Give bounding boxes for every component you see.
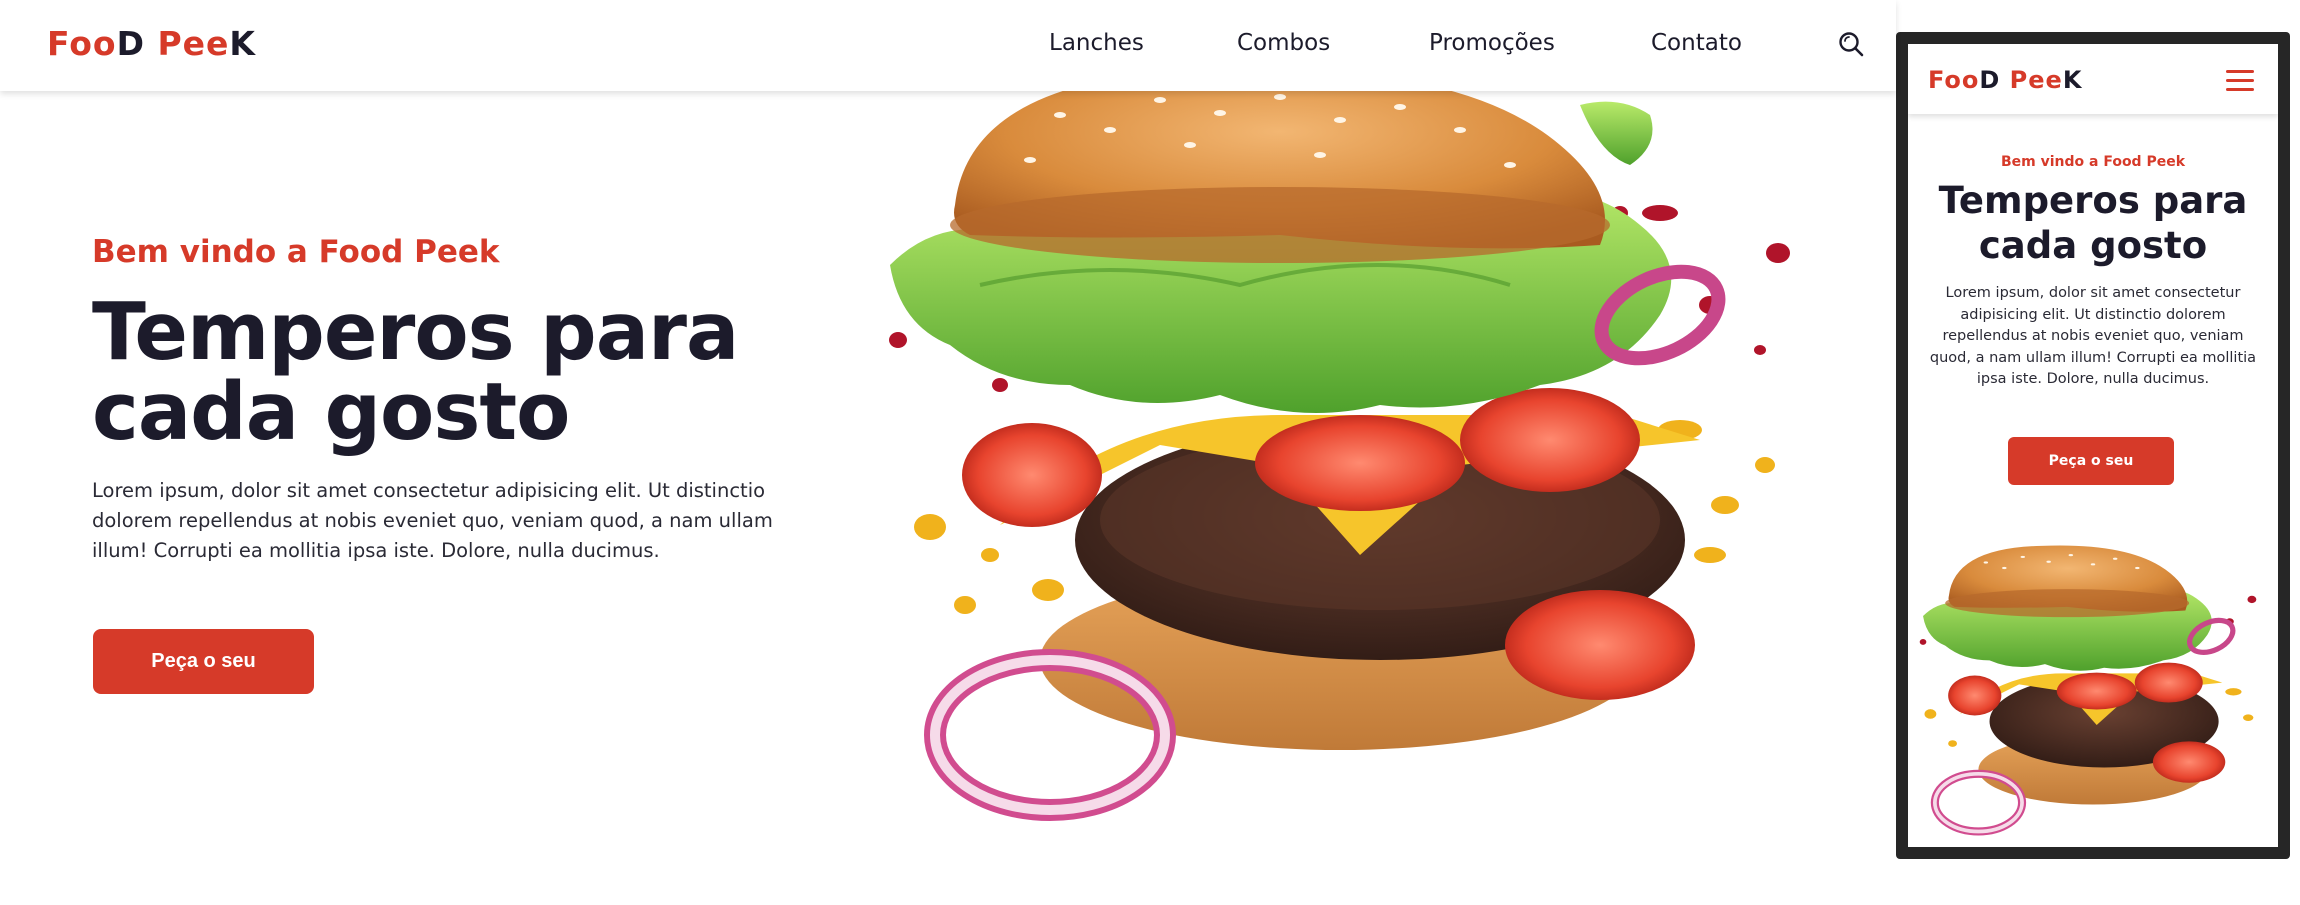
brand-logo[interactable]: FooD PeeK xyxy=(47,24,256,63)
logo-text-part: K xyxy=(2062,66,2083,94)
search-icon[interactable] xyxy=(1836,29,1866,59)
headline-line: Temperos para xyxy=(1938,179,2248,222)
burger-illustration xyxy=(889,85,1790,821)
nav-link-combos[interactable]: Combos xyxy=(1237,30,1330,56)
nav-link-promocoes[interactable]: Promoções xyxy=(1429,30,1555,56)
headline-line: cada gosto xyxy=(1978,224,2208,267)
hamburger-menu-icon[interactable] xyxy=(2226,70,2254,92)
logo-text-part: Foo xyxy=(47,24,117,63)
logo-text-part: Foo xyxy=(1928,66,1980,94)
welcome-subtitle: Bem vindo a Food Peek xyxy=(2000,154,2186,170)
hero-headline: Temperos para cada gosto xyxy=(1908,178,2278,268)
burger-illustration xyxy=(1919,545,2257,836)
order-button[interactable]: Peça o seu xyxy=(2008,437,2174,485)
mobile-header: FooD PeeK xyxy=(1908,44,2278,114)
logo-text-part: D xyxy=(1979,66,2001,94)
mobile-preview-frame: FooD PeeK Bem vindo a Food Peek Temperos… xyxy=(1896,32,2290,859)
logo-text-part: D xyxy=(116,24,145,63)
nav-link-lanches[interactable]: Lanches xyxy=(1049,30,1144,56)
welcome-subtitle: Bem vindo a Food Peek xyxy=(92,234,500,270)
logo-text-part: K xyxy=(229,24,256,63)
hero-description: Lorem ipsum, dolor sit amet consectetur … xyxy=(92,479,773,562)
logo-text-part: Pee xyxy=(144,24,230,63)
mobile-screen: FooD PeeK Bem vindo a Food Peek Temperos… xyxy=(1908,44,2278,847)
hero-headline: Temperos para cada gosto xyxy=(92,292,852,452)
top-navigation-bar: FooD PeeK Lanches Combos Promoções Conta… xyxy=(0,0,1896,91)
nav-link-contato[interactable]: Contato xyxy=(1651,30,1742,56)
headline-line: cada gosto xyxy=(92,366,570,458)
brand-logo[interactable]: FooD PeeK xyxy=(1928,66,2082,94)
headline-line: Temperos para xyxy=(92,286,739,378)
logo-text-part: Pee xyxy=(2000,66,2063,94)
hero-description: Lorem ipsum, dolor sit amet consectetur … xyxy=(1929,285,2257,387)
order-button[interactable]: Peça o seu xyxy=(93,629,314,694)
desktop-view: FooD PeeK Lanches Combos Promoções Conta… xyxy=(0,0,1896,905)
